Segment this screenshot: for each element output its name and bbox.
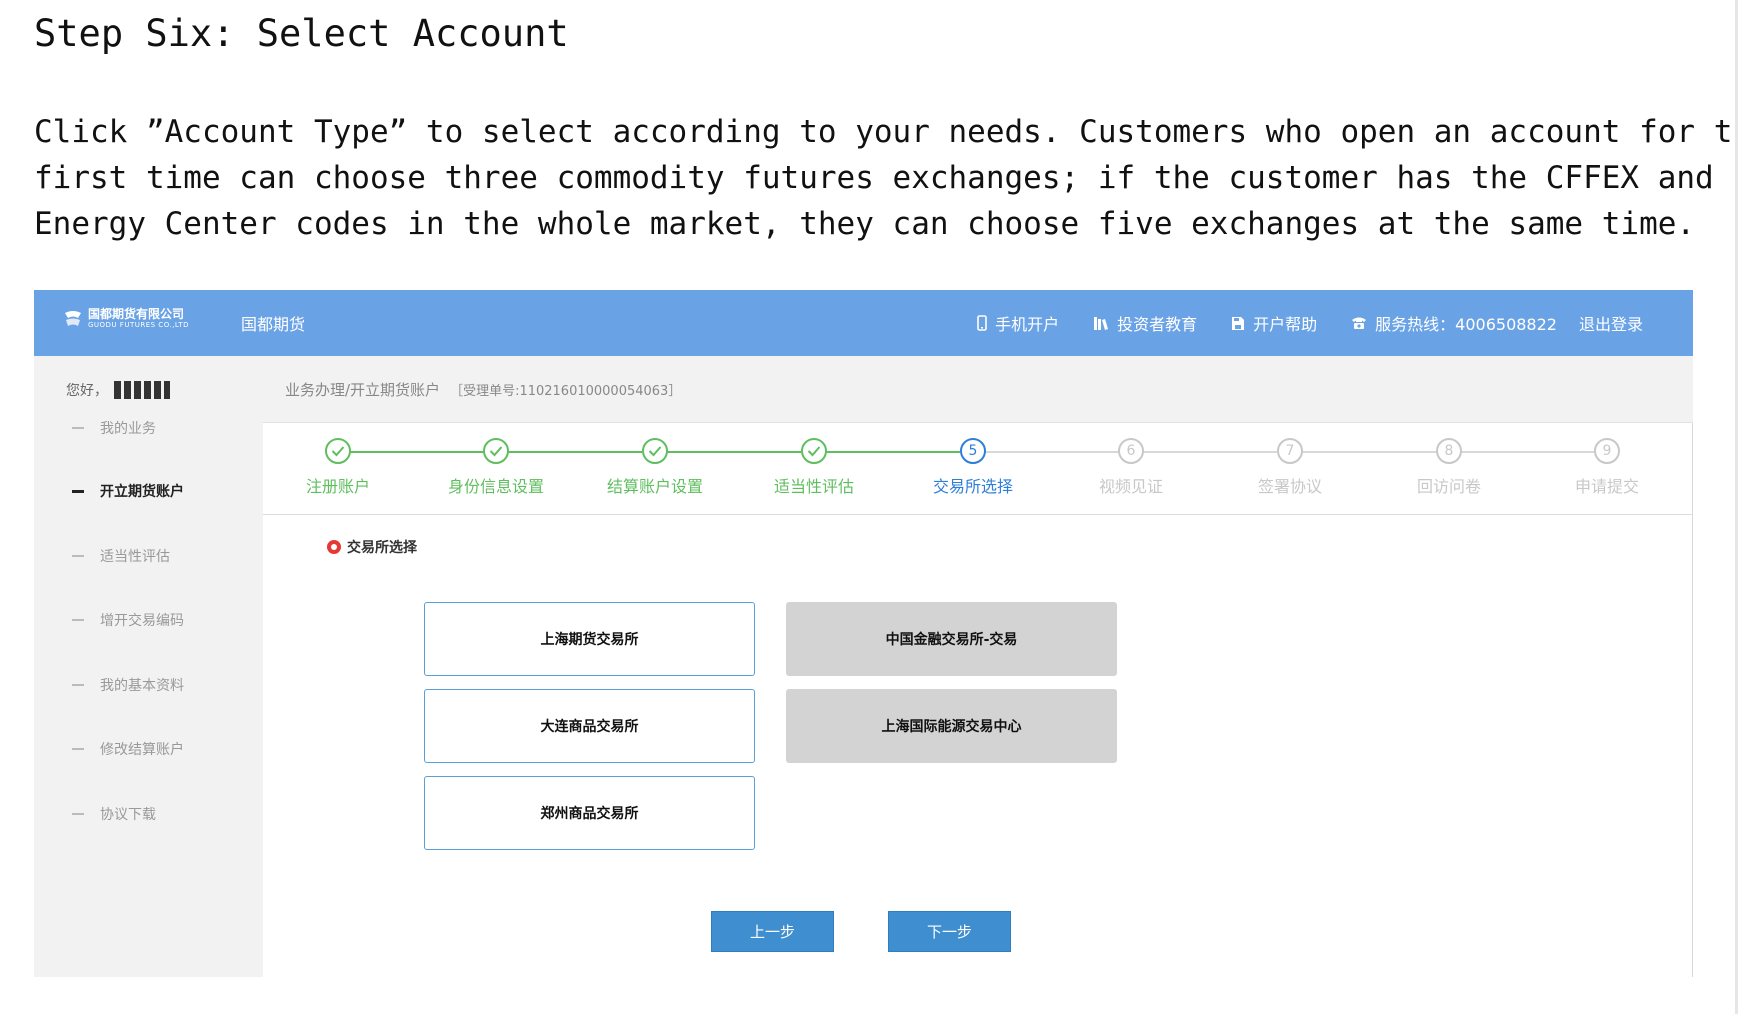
step-label: 申请提交 xyxy=(1574,477,1639,496)
save-icon xyxy=(1232,316,1245,330)
nav-service-hotline[interactable]: 服务热线：4006508822 xyxy=(1351,311,1557,335)
step-label: 交易所选择 xyxy=(932,477,1013,496)
step-label: 回访问卷 xyxy=(1416,477,1481,496)
step-number: 6 xyxy=(1118,438,1144,464)
books-icon xyxy=(1094,317,1109,330)
nav-label: 退出登录 xyxy=(1578,315,1643,334)
nav-label: 开户帮助 xyxy=(1253,315,1318,334)
step-exchange-select: 5 交易所选择 xyxy=(898,438,1048,497)
exchange-option-ine[interactable]: 上海国际能源交易中心 xyxy=(786,689,1117,763)
breadcrumb-path: 业务办理/开立期货账户 xyxy=(285,380,441,399)
progress-steps: 注册账户 身份信息设置 结算账户设置 适当性评估 5 交易所选择 6 视频见证 xyxy=(263,423,1693,515)
doc-paragraph: Click ”Account Type” to select according… xyxy=(34,109,1738,247)
nav-investor-education[interactable]: 投资者教育 xyxy=(1093,311,1197,335)
sidebar-item-add-trading-code[interactable]: 增开交易编码 xyxy=(72,610,184,630)
nav-label: 投资者教育 xyxy=(1117,315,1198,334)
step-identity: 身份信息设置 xyxy=(421,438,571,497)
logo[interactable]: 国都期货有限公司 GUODU FUTURES CO.,LTD xyxy=(62,307,189,331)
logo-mark-icon xyxy=(65,311,81,326)
sidebar-item-agreement-download[interactable]: 协议下载 xyxy=(72,804,156,824)
nav-mobile-account[interactable]: 手机开户 xyxy=(977,311,1059,335)
step-label: 结算账户设置 xyxy=(606,477,703,496)
greeting: 您好， xyxy=(66,380,170,400)
logo-text-cn: 国都期货有限公司 xyxy=(88,307,185,321)
nav-label: 服务热线：4006508822 xyxy=(1375,315,1557,334)
nav-account-help[interactable]: 开户帮助 xyxy=(1231,311,1317,335)
sidebar-item-change-settlement[interactable]: 修改结算账户 xyxy=(72,739,184,759)
sidebar: 您好， 我的业务 开立期货账户 适当性评估 增开交易编码 我的基本资料 修改结算… xyxy=(34,356,263,977)
step-suitability: 适当性评估 xyxy=(739,438,889,497)
brand-name[interactable]: 国都期货 xyxy=(241,311,305,335)
doc-line: Energy Center codes in the whole market,… xyxy=(34,206,1696,242)
sidebar-item-basic-info[interactable]: 我的基本资料 xyxy=(72,675,184,695)
prev-step-button[interactable]: 上一步 xyxy=(711,911,834,952)
mobile-icon xyxy=(977,315,987,331)
exchange-option-dce[interactable]: 大连商品交易所 xyxy=(424,689,755,763)
target-dot-icon xyxy=(327,540,341,554)
main-content: 业务办理/开立期货账户 ［受理单号:110216010000054063］ 注册… xyxy=(263,356,1693,977)
phone-icon xyxy=(1352,317,1367,329)
step-label: 视频见证 xyxy=(1098,477,1163,496)
sidebar-item-open-futures-account[interactable]: 开立期货账户 xyxy=(72,481,184,501)
section-title: 交易所选择 xyxy=(326,537,417,557)
top-nav: 手机开户 投资者教育 开户帮助 服务热线：4006508822 退出登录 xyxy=(943,311,1643,335)
doc-line: Click ”Account Type” to select according… xyxy=(34,114,1738,150)
doc-title: Step Six: Select Account xyxy=(34,12,569,55)
nav-label: 手机开户 xyxy=(995,315,1060,334)
step-submit: 9 申请提交 xyxy=(1532,438,1682,497)
sidebar-item-label: 增开交易编码 xyxy=(100,613,184,629)
step-number: 7 xyxy=(1277,438,1303,464)
step-sign: 7 签署协议 xyxy=(1215,438,1365,497)
top-bar: 国都期货有限公司 GUODU FUTURES CO.,LTD 国都期货 手机开户… xyxy=(34,290,1693,356)
sidebar-item-label: 我的业务 xyxy=(100,421,156,437)
step-label: 适当性评估 xyxy=(773,477,854,496)
sidebar-item-label: 我的基本资料 xyxy=(100,678,184,694)
step-register: 注册账户 xyxy=(263,438,413,497)
sidebar-item-label: 开立期货账户 xyxy=(100,484,184,500)
check-icon xyxy=(483,438,509,464)
step-number: 8 xyxy=(1436,438,1462,464)
nav-logout[interactable]: 退出登录 xyxy=(1579,311,1643,335)
step-number: 5 xyxy=(960,438,986,464)
logo-text-en: GUODU FUTURES CO.,LTD xyxy=(88,321,189,329)
sidebar-item-my-business[interactable]: 我的业务 xyxy=(72,418,156,438)
check-icon xyxy=(801,438,827,464)
check-icon xyxy=(325,438,351,464)
doc-line: first time can choose three commodity fu… xyxy=(34,160,1714,196)
exchange-option-cffex[interactable]: 中国金融交易所-交易 xyxy=(786,602,1117,676)
step-settlement: 结算账户设置 xyxy=(580,438,730,497)
sidebar-item-label: 修改结算账户 xyxy=(100,742,184,758)
section-title-text: 交易所选择 xyxy=(347,540,417,556)
sidebar-item-suitability[interactable]: 适当性评估 xyxy=(72,546,170,566)
ticket-number: ［受理单号:110216010000054063］ xyxy=(450,383,682,399)
step-survey: 8 回访问卷 xyxy=(1374,438,1524,497)
check-icon xyxy=(642,438,668,464)
greeting-text: 您好， xyxy=(66,383,108,399)
breadcrumb: 业务办理/开立期货账户 ［受理单号:110216010000054063］ xyxy=(263,356,1693,423)
exchange-option-shfe[interactable]: 上海期货交易所 xyxy=(424,602,755,676)
step-label: 注册账户 xyxy=(305,477,370,496)
sidebar-item-label: 协议下载 xyxy=(100,807,156,823)
app-screenshot: 国都期货有限公司 GUODU FUTURES CO.,LTD 国都期货 手机开户… xyxy=(34,290,1693,977)
step-number: 9 xyxy=(1594,438,1620,464)
next-step-button[interactable]: 下一步 xyxy=(888,911,1011,952)
step-video: 6 视频见证 xyxy=(1056,438,1206,497)
redacted-username xyxy=(114,381,170,399)
step-label: 签署协议 xyxy=(1257,477,1322,496)
exchange-option-czce[interactable]: 郑州商品交易所 xyxy=(424,776,755,850)
step-label: 身份信息设置 xyxy=(447,477,544,496)
sidebar-item-label: 适当性评估 xyxy=(100,549,170,565)
